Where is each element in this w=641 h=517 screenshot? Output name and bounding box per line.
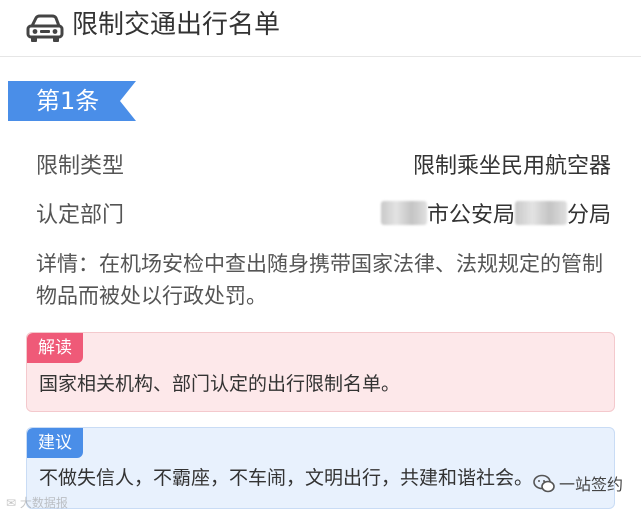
- authority-value-end: 分局: [566, 203, 611, 228]
- authority-row: 认定部门 市公安局 分局: [36, 199, 611, 233]
- watermark-left: ✉ 大数据报: [6, 494, 68, 511]
- authority-label: 认定部门: [36, 203, 125, 228]
- detail-text: 详情：在机场安检中查出随身携带国家法律、法规规定的管制物品而被处以行政处罚。: [36, 252, 603, 308]
- page-title: 限制交通出行名单: [72, 10, 281, 40]
- watermark-left-text: 大数据报: [19, 496, 68, 510]
- authority-value-mid: 市公安局: [426, 203, 515, 228]
- watermark-right-text: 一站签约: [558, 475, 623, 494]
- suggestion-box: 建议 不做失信人，不霸座，不车闹，文明出行，共建和谐社会。: [26, 427, 615, 509]
- redacted-district: [514, 201, 567, 225]
- car-icon: [26, 14, 64, 42]
- restriction-type-value: 限制乘坐民用航空器: [412, 154, 611, 179]
- wechat-icon: [533, 474, 555, 493]
- interpretation-badge: 解读: [27, 333, 83, 363]
- watermark-right: 一站签约: [533, 471, 623, 495]
- suggestion-badge: 建议: [27, 428, 83, 458]
- interpretation-box: 解读 国家相关机构、部门认定的出行限制名单。: [26, 332, 615, 412]
- weibo-icon: ✉: [6, 496, 17, 510]
- page-header: 限制交通出行名单: [0, 0, 641, 57]
- redacted-city: [380, 201, 427, 225]
- suggestion-text: 不做失信人，不霸座，不车闹，文明出行，共建和谐社会。: [39, 467, 534, 489]
- interpretation-text: 国家相关机构、部门认定的出行限制名单。: [39, 373, 401, 395]
- restriction-type-row: 限制类型 限制乘坐民用航空器: [36, 150, 611, 184]
- authority-value: 市公安局 分局: [380, 199, 611, 233]
- item-number-label: 第1条: [36, 87, 100, 115]
- item-number-tag: 第1条: [8, 81, 136, 121]
- restriction-type-label: 限制类型: [36, 154, 125, 179]
